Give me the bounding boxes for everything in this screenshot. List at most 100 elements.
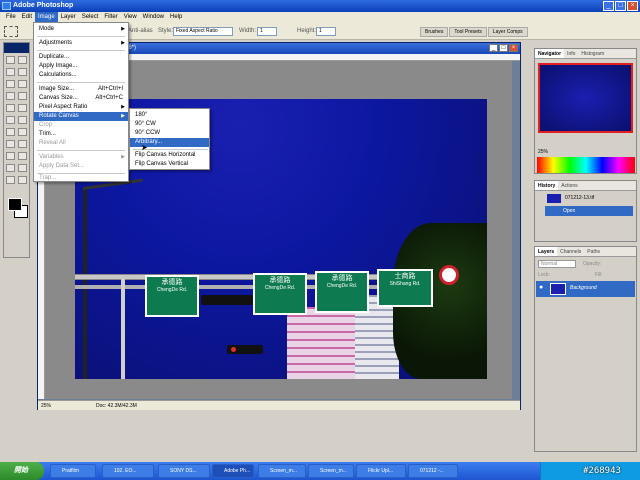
type-tool-icon[interactable] [18, 140, 27, 148]
tab-navigator[interactable]: Navigator [535, 49, 565, 58]
tab-info[interactable]: Info [564, 49, 578, 58]
doc-maximize-icon[interactable]: □ [499, 44, 508, 52]
fill-label: Fill: [595, 272, 603, 278]
gradient-tool-icon[interactable] [18, 116, 27, 124]
tab-paths[interactable]: Paths [584, 247, 603, 256]
eraser-tool-icon[interactable] [6, 116, 15, 124]
tab-histogram[interactable]: Histogram [578, 49, 607, 58]
history-snapshot[interactable]: 071212-13.tif [565, 195, 594, 201]
menu-item-apply-image[interactable]: Apply Image... [34, 62, 128, 71]
maximize-icon[interactable]: □ [615, 1, 626, 11]
history-state-open[interactable]: Open [545, 206, 633, 216]
palette-layer-comps[interactable]: Layer Comps [487, 27, 528, 37]
submenu-90-ccw[interactable]: 90° CCW [130, 129, 209, 138]
brush-tool-icon[interactable] [18, 92, 27, 100]
width-field[interactable]: 1 [257, 27, 277, 36]
stamp-tool-icon[interactable] [6, 104, 15, 112]
doc-close-icon[interactable]: × [509, 44, 518, 52]
taskbar-item[interactable]: SONY DS... [158, 464, 210, 478]
zoom-level[interactable]: 25% [41, 401, 51, 411]
history-brush-tool-icon[interactable] [18, 104, 27, 112]
pen-tool-icon[interactable] [6, 152, 15, 160]
menu-item-trap[interactable]: Trap... [34, 174, 128, 183]
magic-wand-tool-icon[interactable] [18, 68, 27, 76]
zoom-tool-icon[interactable] [18, 176, 27, 184]
height-field[interactable]: 1 [316, 27, 336, 36]
taskbar-item[interactable]: Pratfilm [50, 464, 96, 478]
navigator-zoom[interactable]: 25% [538, 149, 548, 155]
close-icon[interactable]: × [627, 1, 638, 11]
eyedropper-tool-icon[interactable] [18, 164, 27, 172]
menu-item-canvas-size[interactable]: Canvas Size... Alt+Ctrl+C [34, 94, 128, 103]
healing-tool-icon[interactable] [6, 92, 15, 100]
taskbar-item[interactable]: 071212 -... [408, 464, 458, 478]
sign-chinese: 士商路 [394, 273, 416, 280]
tab-actions[interactable]: Actions [558, 181, 580, 190]
dodge-tool-icon[interactable] [18, 128, 27, 136]
hand-tool-icon[interactable] [6, 176, 15, 184]
menu-window[interactable]: Window [140, 12, 167, 23]
doc-minimize-icon[interactable]: _ [489, 44, 498, 52]
palette-brushes[interactable]: Brushes [420, 27, 449, 37]
tab-channels[interactable]: Channels [557, 247, 584, 256]
document-status-bar: 25% Doc: 42.3M/42.3M [38, 400, 520, 410]
eye-icon[interactable]: ● [539, 284, 543, 291]
menu-item-trim[interactable]: Trim... [34, 130, 128, 139]
submenu-180[interactable]: 180° [130, 111, 209, 120]
layer-row-background[interactable]: ● Background [536, 281, 635, 297]
menu-item-rotate-canvas[interactable]: Rotate Canvas ▶ [34, 112, 128, 121]
slice-tool-icon[interactable] [18, 80, 27, 88]
taskbar-item-photoshop[interactable]: Adobe Ph... [212, 464, 254, 478]
menu-item-calculations[interactable]: Calculations... [34, 71, 128, 80]
menu-help[interactable]: Help [167, 12, 185, 23]
menu-item-adjustments[interactable]: Adjustments ▶ [34, 39, 128, 48]
menu-item-variables[interactable]: Variables ▶ [34, 153, 128, 162]
shape-tool-icon[interactable] [18, 152, 27, 160]
mouse-cursor-icon: ➤ [141, 143, 148, 152]
blend-mode-select[interactable]: Normal [538, 260, 576, 268]
submenu-flip-horizontal[interactable]: Flip Canvas Horizontal [130, 151, 209, 160]
taskbar-item[interactable]: Flickr Upl... [356, 464, 406, 478]
street-sign: 士商路 ShiShang Rd. [377, 269, 433, 307]
menu-file[interactable]: File [3, 12, 19, 23]
tab-layers[interactable]: Layers [535, 247, 558, 256]
menu-item-reveal-all[interactable]: Reveal All [34, 139, 128, 148]
menu-item-image-size[interactable]: Image Size... Alt+Ctrl+I [34, 85, 128, 94]
menu-item-mode[interactable]: Mode ▶ [34, 25, 128, 34]
navigator-thumbnail[interactable] [538, 63, 633, 133]
palette-tool-presets[interactable]: Tool Presets [449, 27, 487, 37]
marquee-icon[interactable] [4, 26, 18, 37]
start-button[interactable]: 開始 [0, 462, 44, 480]
taskbar-item[interactable]: Screen_m... [258, 464, 306, 478]
toolbox-header [4, 43, 29, 53]
taskbar-item[interactable]: 102. EO... [102, 464, 154, 478]
crop-tool-icon[interactable] [6, 80, 15, 88]
submenu-flip-vertical[interactable]: Flip Canvas Vertical [130, 160, 209, 169]
foreground-color-swatch[interactable] [8, 198, 22, 211]
palette-well: Brushes Tool Presets Layer Comps [420, 27, 528, 37]
lasso-tool-icon[interactable] [6, 68, 15, 76]
marquee-tool-icon[interactable] [6, 56, 15, 64]
submenu-90-cw[interactable]: 90° CW [130, 120, 209, 129]
blur-tool-icon[interactable] [6, 128, 15, 136]
path-select-tool-icon[interactable] [6, 140, 15, 148]
tab-history[interactable]: History [535, 181, 559, 190]
menu-item-crop[interactable]: Crop [34, 121, 128, 130]
notes-tool-icon[interactable] [6, 164, 15, 172]
minimize-icon[interactable]: _ [603, 1, 614, 11]
menu-item-apply-data-set[interactable]: Apply Data Set... [34, 162, 128, 171]
sign-english: ShiShang Rd. [389, 281, 421, 287]
style-label: Style: [158, 28, 174, 34]
menu-item-duplicate[interactable]: Duplicate... [34, 53, 128, 62]
sign-chinese: 承德路 [269, 277, 291, 284]
street-sign: 承德路 ChengDe Rd. [145, 275, 199, 317]
taskbar-item[interactable]: Screen_m... [308, 464, 354, 478]
move-tool-icon[interactable] [18, 56, 27, 64]
opacity-label: Opacity: [583, 261, 602, 267]
layer-name: Background [570, 285, 597, 291]
layer-thumbnail [550, 283, 566, 295]
app-title-bar: Adobe Photoshop [0, 0, 640, 12]
menu-item-pixel-aspect-ratio[interactable]: Pixel Aspect Ratio ▶ [34, 103, 128, 112]
style-select[interactable]: Fixed Aspect Ratio [173, 27, 233, 36]
color-ramp[interactable] [537, 157, 635, 173]
